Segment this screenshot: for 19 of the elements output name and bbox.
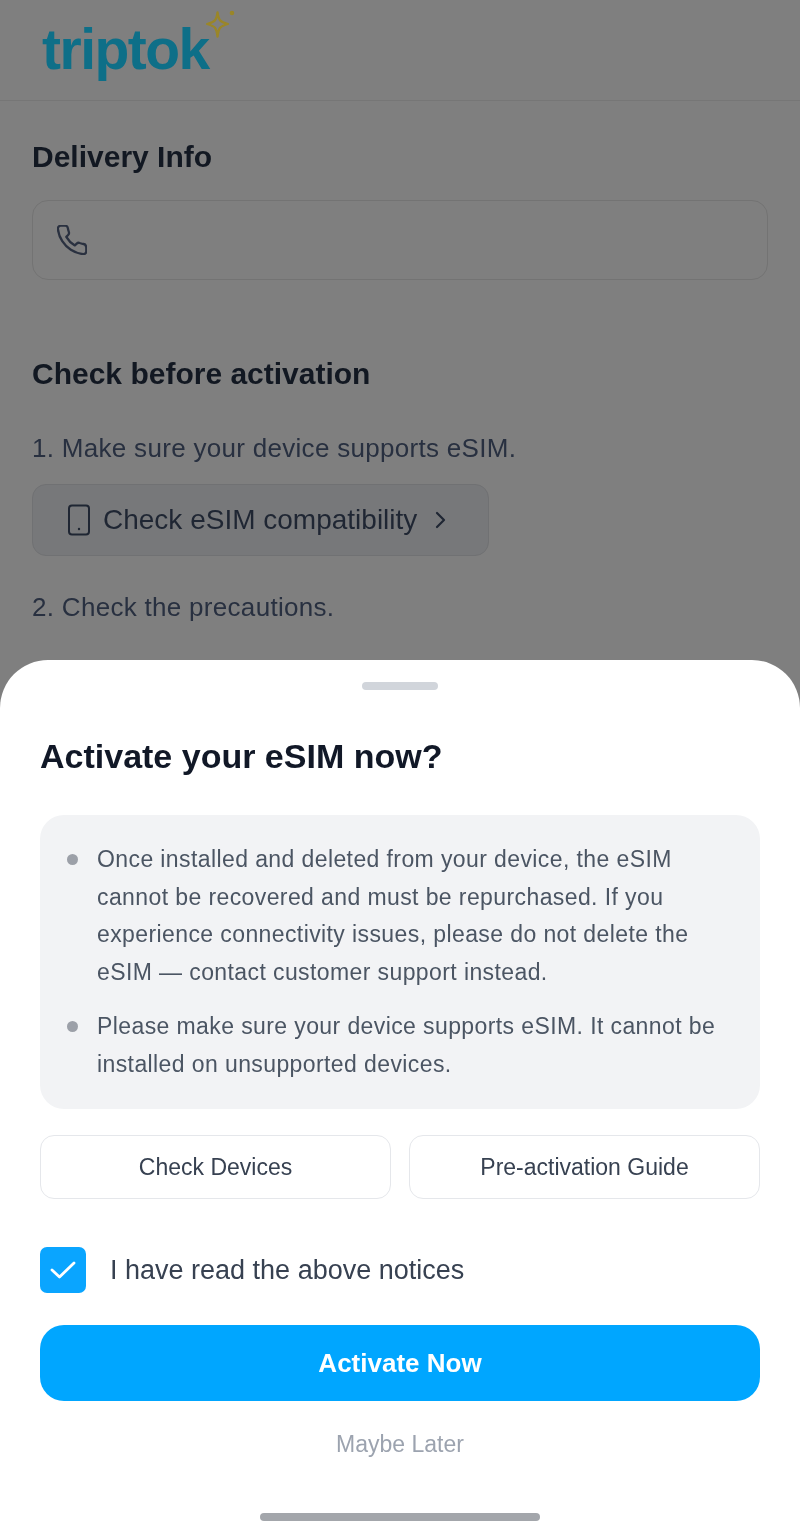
phone-field[interactable] bbox=[32, 200, 768, 280]
check-icon bbox=[50, 1260, 76, 1280]
bullet-icon bbox=[67, 1021, 78, 1032]
chevron-right-icon bbox=[433, 510, 448, 530]
smartphone-icon bbox=[67, 504, 91, 536]
phone-icon bbox=[57, 225, 87, 255]
outline-button[interactable]: Check Devices bbox=[40, 1135, 391, 1199]
step-text: 1. Make sure your device supports eSIM. bbox=[32, 432, 518, 464]
outline-button[interactable]: Pre-activation Guide bbox=[409, 1135, 760, 1199]
drag-handle[interactable] bbox=[362, 682, 438, 690]
checkbox-label[interactable]: I have read the above notices bbox=[110, 1253, 465, 1287]
section-heading: Check before activation bbox=[32, 356, 372, 392]
notice-text: Please make sure your device supports eSIM. It cannot be installed on unsupported devices. bbox=[97, 1012, 716, 1079]
bullet-icon bbox=[67, 854, 78, 865]
section-heading: Delivery Info bbox=[32, 139, 214, 175]
notice-text: Once installed and deleted from your device, the eSIM cannot be recovered and must be repurchased. If you experience connectivity issues, please do not delete the eSIM — contact customer support instead. bbox=[97, 845, 690, 987]
step-text: 2. Check the precautions. bbox=[32, 591, 336, 623]
checkbox[interactable] bbox=[40, 1247, 86, 1293]
sheet-title: Activate your eSIM now? bbox=[40, 736, 444, 776]
